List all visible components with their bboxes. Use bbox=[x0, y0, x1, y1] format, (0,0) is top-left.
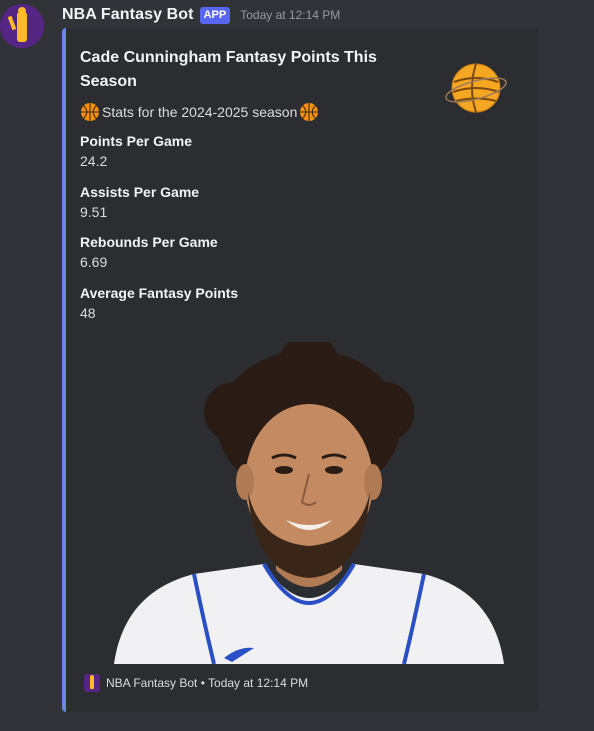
footer-text: NBA Fantasy Bot • Today at 12:14 PM bbox=[106, 676, 309, 690]
field-assists-per-game: Assists Per Game 9.51 bbox=[80, 183, 238, 234]
player-headshot-image[interactable] bbox=[114, 342, 504, 664]
chat-message: NBA Fantasy Bot APP Today at 12:14 PM Ca… bbox=[0, 0, 594, 731]
username[interactable]: NBA Fantasy Bot bbox=[62, 6, 194, 24]
basketball-emoji-icon bbox=[299, 102, 319, 122]
field-name: Average Fantasy Points bbox=[80, 284, 239, 301]
embed-card: Cade Cunningham Fantasy Points This Seas… bbox=[62, 28, 538, 712]
field-value: 6.69 bbox=[80, 254, 108, 270]
embed-footer: NBA Fantasy Bot • Today at 12:14 PM bbox=[84, 674, 308, 692]
basketball-emoji-icon bbox=[80, 102, 100, 122]
app-badge: APP bbox=[199, 6, 231, 24]
field-rebounds-per-game: Rebounds Per Game 6.69 bbox=[80, 233, 238, 284]
field-name: Rebounds Per Game bbox=[80, 234, 218, 250]
message-timestamp[interactable]: Today at 12:14 PM bbox=[240, 8, 340, 22]
embed-description: Stats for the 2024-2025 season bbox=[80, 102, 319, 122]
field-value: 24.2 bbox=[80, 153, 108, 169]
field-name: Assists Per Game bbox=[80, 183, 200, 200]
embed-title: Cade Cunningham Fantasy Points This Seas… bbox=[80, 49, 377, 90]
field-value: 48 bbox=[80, 304, 96, 321]
bot-footer-icon bbox=[84, 674, 100, 692]
description-text: Stats for the 2024-2025 season bbox=[102, 104, 298, 120]
field-points-per-game: Points Per Game 24.2 bbox=[80, 132, 238, 183]
bot-avatar[interactable] bbox=[0, 4, 44, 48]
field-value: 9.51 bbox=[80, 203, 108, 220]
embed-fields: Points Per Game 24.2 Assists Per Game 9.… bbox=[80, 132, 238, 334]
message-header: NBA Fantasy Bot APP Today at 12:14 PM bbox=[62, 4, 340, 26]
field-name: Points Per Game bbox=[80, 133, 193, 149]
basketball-planet-icon[interactable] bbox=[444, 56, 508, 120]
field-average-fantasy-points: Average Fantasy Points 48 bbox=[80, 284, 238, 335]
